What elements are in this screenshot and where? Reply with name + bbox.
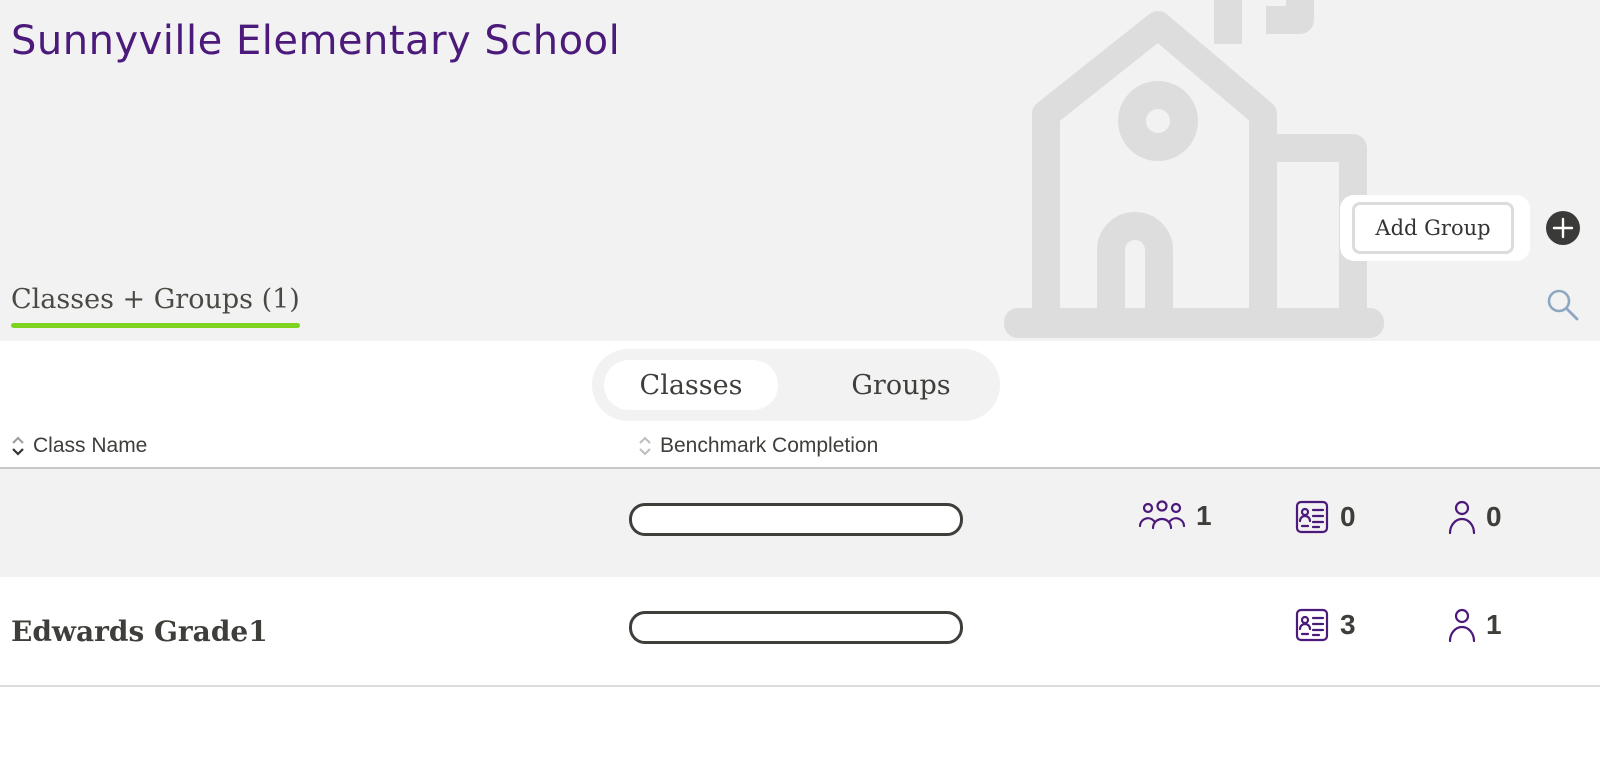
row-divider [0, 685, 1600, 687]
students-count: 0 [1448, 499, 1502, 535]
students-count-value: 0 [1486, 501, 1502, 532]
roster-card-icon [1295, 500, 1329, 534]
column-header-label: Class Name [33, 434, 148, 457]
students-count: 1 [1448, 607, 1502, 643]
roster-card-icon [1295, 608, 1329, 642]
tab-active-underline [11, 323, 300, 328]
benchmark-progress-bar [629, 611, 963, 644]
classes-groups-toggle: Classes Groups [592, 349, 1000, 421]
column-header-label: Benchmark Completion [660, 434, 879, 457]
column-header-benchmark[interactable]: Benchmark Completion [638, 433, 878, 459]
benchmark-progress-bar [629, 503, 963, 536]
school-building-icon [1004, 0, 1384, 338]
school-header: Sunnyville Elementary School Add Group C… [0, 0, 1600, 341]
assessments-count-value: 0 [1340, 501, 1356, 532]
person-icon [1448, 500, 1476, 535]
students-count-value: 1 [1486, 609, 1502, 640]
toggle-groups[interactable]: Groups [814, 360, 988, 410]
users-group-icon [1138, 500, 1186, 530]
tab-classes-groups[interactable]: Classes + Groups (1) [11, 284, 300, 328]
class-name[interactable]: Edwards Grade1 [11, 615, 268, 648]
tab-classes-groups-label: Classes + Groups (1) [11, 284, 300, 315]
assessments-count-value: 3 [1340, 609, 1356, 640]
school-name: Sunnyville Elementary School [11, 18, 621, 64]
assessments-count: 3 [1294, 607, 1356, 643]
sort-icon [639, 436, 651, 456]
toggle-classes[interactable]: Classes [604, 360, 778, 410]
plus-circle-icon[interactable] [1546, 211, 1580, 245]
sort-icon [12, 436, 24, 456]
column-header-class-name[interactable]: Class Name [11, 433, 147, 459]
table-row[interactable]: 1 0 0 [0, 469, 1600, 577]
search-icon[interactable] [1546, 288, 1580, 322]
add-group-container: Add Group [1340, 195, 1530, 261]
table-row[interactable]: Edwards Grade1 3 1 [0, 577, 1600, 687]
groups-count: 1 [1138, 499, 1212, 533]
groups-count-value: 1 [1196, 500, 1212, 531]
assessments-count: 0 [1294, 499, 1356, 535]
person-icon [1448, 608, 1476, 643]
add-group-button[interactable]: Add Group [1352, 202, 1514, 254]
